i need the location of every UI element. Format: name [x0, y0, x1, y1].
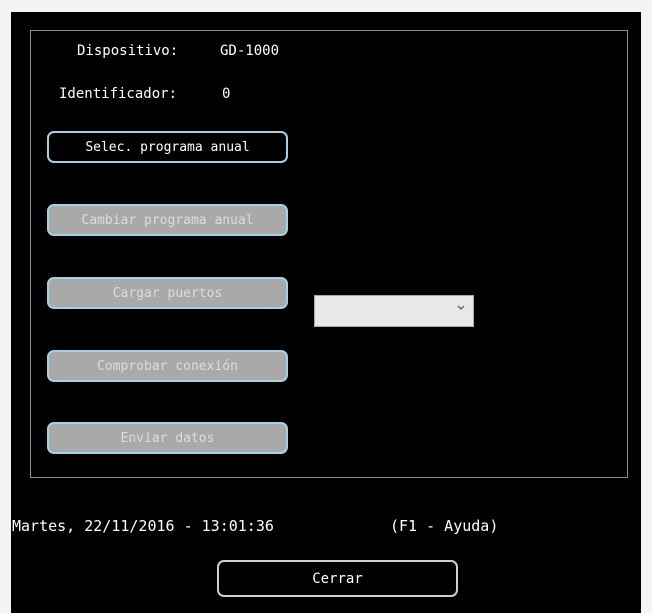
identifier-value: 0: [222, 86, 231, 102]
ports-dropdown[interactable]: [314, 295, 474, 327]
dialog-window: Dispositivo: GD-1000 Identificador: 0 Se…: [11, 12, 641, 613]
identifier-label: Identificador:: [59, 86, 178, 102]
close-button[interactable]: Cerrar: [217, 560, 458, 597]
help-hint: (F1 - Ayuda): [390, 517, 499, 535]
select-annual-program-button[interactable]: Selec. programa anual: [47, 131, 288, 163]
change-annual-program-button[interactable]: Cambiar programa anual: [47, 204, 288, 236]
status-datetime: Martes, 22/11/2016 - 13:01:36: [12, 517, 274, 535]
device-panel: Dispositivo: GD-1000 Identificador: 0 Se…: [30, 30, 628, 478]
device-label: Dispositivo:: [77, 43, 179, 59]
device-value: GD-1000: [220, 43, 280, 59]
check-connection-button[interactable]: Comprobar conexión: [47, 350, 288, 382]
chevron-down-icon: [457, 305, 465, 310]
load-ports-button[interactable]: Cargar puertos: [47, 277, 288, 309]
send-data-button[interactable]: Enviar datos: [47, 422, 288, 454]
